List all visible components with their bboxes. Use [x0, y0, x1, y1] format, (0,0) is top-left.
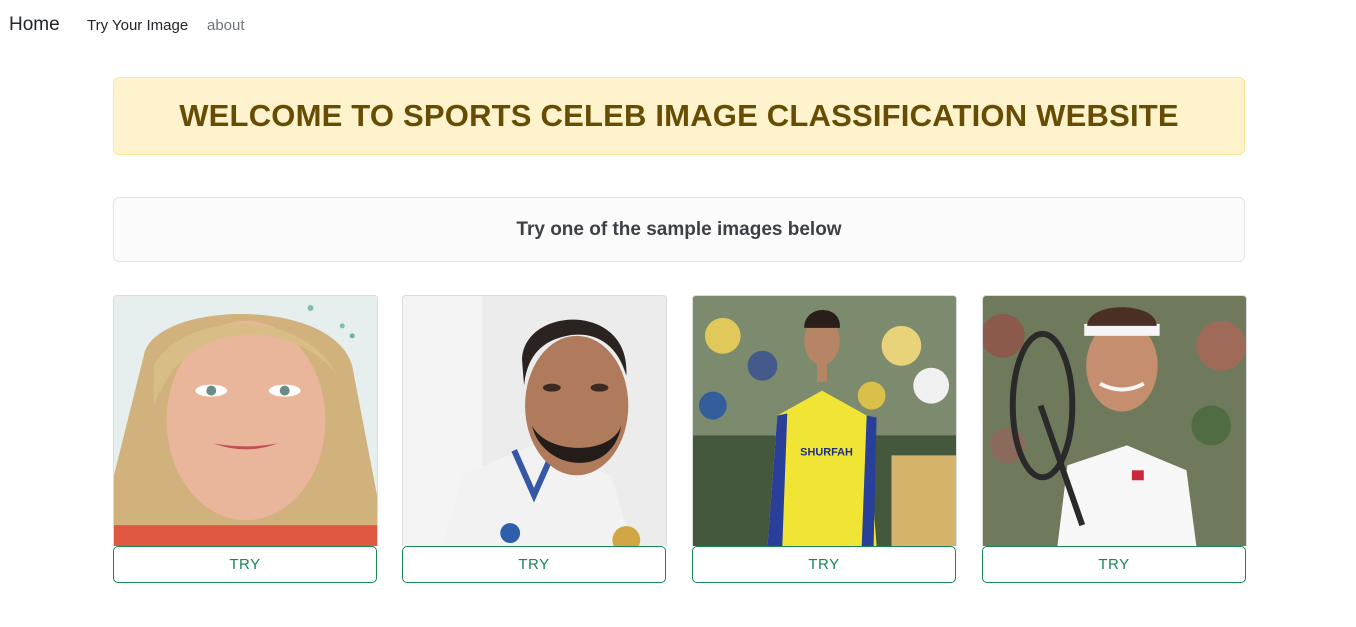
- try-button-4[interactable]: TRY: [982, 546, 1246, 583]
- portrait-blonde-woman-image: [114, 296, 377, 546]
- nav-about-link[interactable]: about: [207, 17, 245, 34]
- portrait-tennis-player-image: [983, 296, 1246, 546]
- sample-images-heading: Try one of the sample images below: [516, 218, 842, 240]
- sample-image-3[interactable]: SHURFAH: [692, 295, 957, 546]
- portrait-bearded-man-image: [403, 296, 666, 546]
- try-button-2[interactable]: TRY: [402, 546, 666, 583]
- jersey-sponsor-text: SHURFAH: [800, 446, 853, 458]
- sample-image-4[interactable]: [982, 295, 1247, 546]
- welcome-banner: WELCOME TO SPORTS CELEB IMAGE CLASSIFICA…: [113, 77, 1245, 155]
- sample-image-1[interactable]: [113, 295, 378, 546]
- sample-image-2[interactable]: [402, 295, 667, 546]
- portrait-footballer-image: SHURFAH: [693, 296, 956, 546]
- sample-card-2: TRY: [402, 295, 667, 585]
- top-navbar: Home Try Your Image about: [0, 0, 1356, 52]
- sample-card-1: TRY: [113, 295, 378, 585]
- sample-card-4: TRY: [982, 295, 1247, 585]
- try-button-3[interactable]: TRY: [692, 546, 956, 583]
- try-button-1[interactable]: TRY: [113, 546, 377, 583]
- sample-card-3: SHURFAH TRY: [692, 295, 957, 585]
- welcome-title: WELCOME TO SPORTS CELEB IMAGE CLASSIFICA…: [179, 98, 1179, 133]
- sample-images-heading-box: Try one of the sample images below: [113, 197, 1245, 262]
- nav-home-link[interactable]: Home: [9, 14, 60, 36]
- nav-try-your-image-link[interactable]: Try Your Image: [87, 17, 188, 34]
